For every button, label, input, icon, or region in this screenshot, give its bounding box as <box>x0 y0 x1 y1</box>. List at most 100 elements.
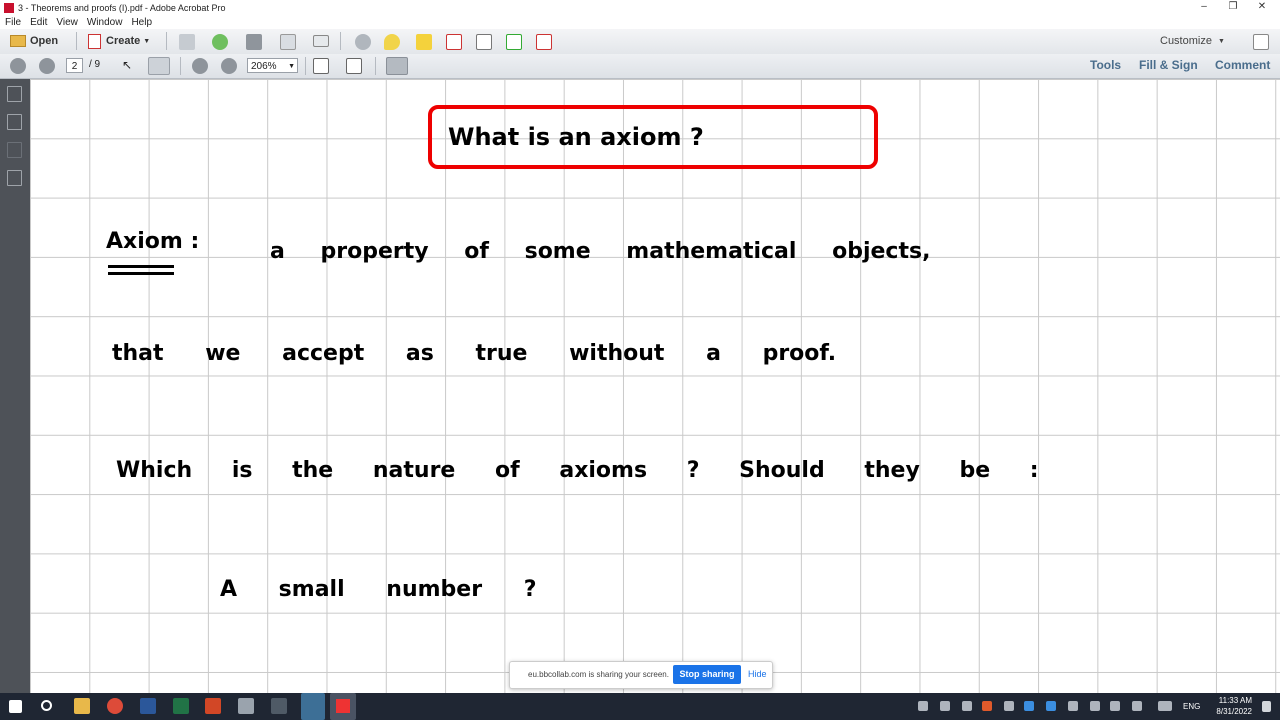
window-title: 3 - Theorems and proofs (I).pdf - Adobe … <box>18 2 226 13</box>
menu-help[interactable]: Help <box>131 17 152 28</box>
menu-window[interactable]: Window <box>87 17 123 28</box>
email-icon[interactable] <box>313 35 329 47</box>
close-button[interactable]: ✕ <box>1248 0 1276 15</box>
chevron-down-icon: ▼ <box>1217 37 1225 45</box>
underline <box>108 272 174 275</box>
chevron-down-icon: ▼ <box>143 37 151 45</box>
create-label: Create <box>106 35 141 47</box>
volume-icon[interactable] <box>1110 701 1120 711</box>
page-thumbnails-icon[interactable] <box>7 86 22 102</box>
zoom-select[interactable]: 206% ▼ <box>247 58 298 73</box>
question-line: Which is the nature of axioms ? Should t… <box>116 458 1039 483</box>
page-heading: What is an axiom ? <box>448 123 704 151</box>
menu-file[interactable]: File <box>5 17 21 28</box>
search-icon[interactable] <box>41 700 52 711</box>
pen-icon[interactable] <box>1132 701 1142 711</box>
comment-bubble-icon[interactable] <box>384 34 400 50</box>
chevron-down-icon: ▼ <box>288 63 295 70</box>
explorer-window-icon[interactable] <box>271 698 287 714</box>
left-nav-panel <box>0 79 30 693</box>
tray-app-icon[interactable] <box>918 701 928 711</box>
excel-icon[interactable] <box>173 698 189 714</box>
zoom-out-icon[interactable] <box>192 58 208 74</box>
cloud-upload-icon[interactable] <box>212 34 228 50</box>
pdf-page: What is an axiom ? Axiom : a property of… <box>30 79 1280 693</box>
file-explorer-icon[interactable] <box>74 698 90 714</box>
toolbar-divider <box>76 32 77 50</box>
tray-app-icon[interactable] <box>1024 701 1034 711</box>
keyboard-icon[interactable] <box>1158 701 1172 711</box>
delete-page-icon[interactable] <box>446 34 462 50</box>
powerpoint-icon[interactable] <box>205 698 221 714</box>
network-icon[interactable] <box>1090 701 1100 711</box>
mail-icon[interactable] <box>238 698 254 714</box>
zoom-in-icon[interactable] <box>221 58 237 74</box>
fit-page-icon[interactable] <box>313 58 329 74</box>
tray-app-icon[interactable] <box>982 701 992 711</box>
windows-start-icon[interactable] <box>9 700 22 713</box>
tray-app-icon[interactable] <box>962 701 972 711</box>
clock-date: 8/31/2022 <box>1216 707 1252 716</box>
folder-icon <box>10 35 26 47</box>
navigation-toolbar: 2 / 9 ↖ 206% ▼ <box>0 54 1280 79</box>
fullscreen-icon[interactable] <box>1253 34 1269 50</box>
print-icon[interactable] <box>246 34 262 50</box>
create-button[interactable]: Create ▼ <box>88 32 150 50</box>
underline <box>108 265 174 268</box>
save-icon[interactable] <box>179 34 195 50</box>
create-pdf-icon <box>88 33 101 49</box>
screen-share-banner: eu.bbcollab.com is sharing your screen. … <box>509 661 773 689</box>
page-number-input[interactable]: 2 <box>66 58 83 73</box>
stop-sharing-button[interactable]: Stop sharing <box>673 665 741 684</box>
hide-share-link[interactable]: Hide <box>748 669 767 679</box>
tray-app-icon[interactable] <box>1004 701 1014 711</box>
toolbar-divider <box>166 32 167 50</box>
notifications-icon[interactable] <box>1262 701 1271 712</box>
highlight-icon[interactable] <box>416 34 432 50</box>
comment-link[interactable]: Comment <box>1215 58 1270 72</box>
axiom-label: Axiom : <box>106 229 200 254</box>
insert-page-icon[interactable] <box>506 34 522 50</box>
page-total: / 9 <box>89 59 101 70</box>
acrobat-app-icon <box>4 2 14 13</box>
word-icon[interactable] <box>140 698 156 714</box>
title-bar: 3 - Theorems and proofs (I).pdf - Adobe … <box>0 0 1280 15</box>
toolbar-divider <box>340 32 341 50</box>
hand-tool-icon[interactable] <box>148 57 170 75</box>
layers-icon[interactable] <box>7 170 22 186</box>
chrome-icon[interactable] <box>107 698 123 714</box>
restore-button[interactable]: ❐ <box>1219 0 1247 15</box>
extract-page-icon[interactable] <box>536 34 552 50</box>
customize-button[interactable]: Customize ▼ <box>1160 32 1225 50</box>
windows-taskbar: ENG 11:33 AM 8/31/2022 <box>0 693 1280 720</box>
menu-edit[interactable]: Edit <box>30 17 47 28</box>
fill-sign-link[interactable]: Fill & Sign <box>1139 58 1198 72</box>
language-indicator[interactable]: ENG <box>1183 702 1200 711</box>
clock-time: 11:33 AM <box>1218 696 1252 705</box>
acrobat-taskbar-icon[interactable] <box>330 693 356 720</box>
definition-line-2: that we accept as true without a proof. <box>112 341 837 366</box>
previous-page-icon[interactable] <box>10 58 26 74</box>
minimize-button[interactable]: – <box>1190 0 1218 15</box>
find-page-icon[interactable] <box>476 34 492 50</box>
edit-document-icon[interactable] <box>280 34 296 50</box>
next-page-icon[interactable] <box>39 58 55 74</box>
tools-link[interactable]: Tools <box>1090 58 1121 72</box>
bookmarks-icon[interactable] <box>7 114 22 130</box>
microphone-icon[interactable] <box>940 701 950 711</box>
taskbar-clock[interactable]: 11:33 AM 8/31/2022 <box>1216 695 1252 717</box>
share-message: eu.bbcollab.com is sharing your screen. <box>528 670 669 679</box>
touch-mode-icon[interactable] <box>386 57 408 75</box>
tray-app-icon[interactable] <box>1046 701 1056 711</box>
signatures-icon[interactable] <box>7 142 22 158</box>
select-cursor-icon[interactable]: ↖ <box>122 58 138 74</box>
settings-gear-icon[interactable] <box>355 34 371 50</box>
menu-view[interactable]: View <box>56 17 78 28</box>
fit-width-icon[interactable] <box>346 58 362 74</box>
open-button[interactable]: Open <box>10 32 58 50</box>
menu-bar: File Edit View Window Help <box>0 15 1280 29</box>
collaborate-app-icon[interactable] <box>301 693 325 720</box>
toolbar-divider <box>375 57 376 75</box>
open-label: Open <box>30 35 59 47</box>
tray-app-icon[interactable] <box>1068 701 1078 711</box>
